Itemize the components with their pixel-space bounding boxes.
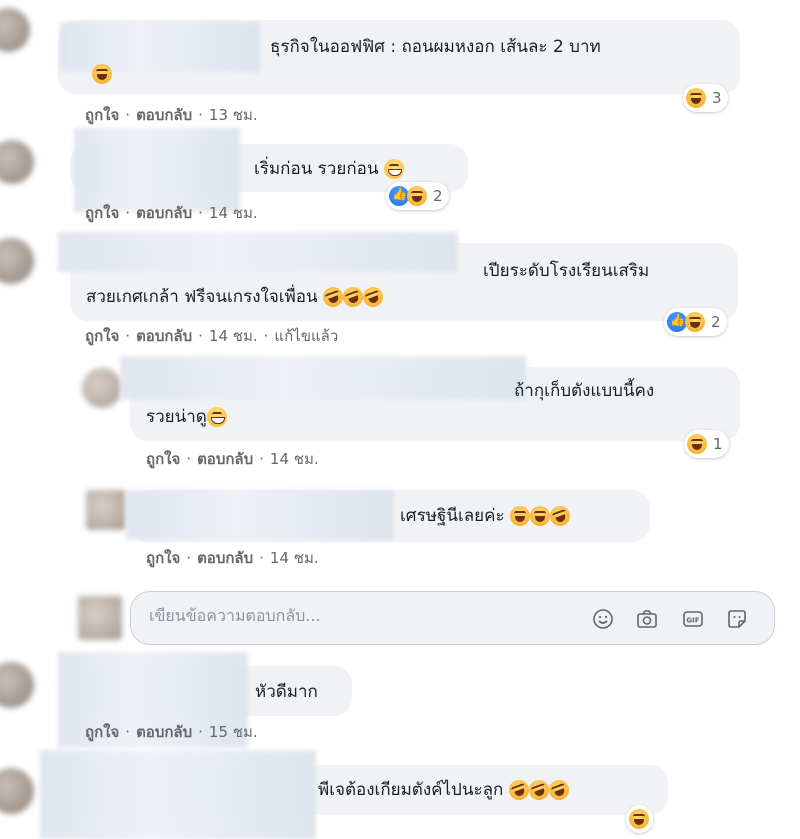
reply-link[interactable]: ตอบกลับ [136,204,192,222]
comment-text-line2: รวยน่าดู [146,404,227,430]
comment-text: เศรษฐินีเลยค่ะ [400,503,573,529]
timestamp[interactable]: 14 ชม. [209,327,258,345]
timestamp[interactable]: 15 ชม. [209,723,258,741]
haha-emoji [510,506,531,526]
like-link[interactable]: ถูกใจ [85,106,119,124]
smiley-icon[interactable] [591,607,615,631]
avatar[interactable] [0,140,34,184]
rofl-emoji [505,777,532,803]
reply-link[interactable]: ตอบกลับ [136,327,192,345]
comment-text: หัวดีมาก [255,682,318,702]
rofl-emoji [525,777,552,803]
reaction-summary[interactable]: 2 [386,182,449,210]
comment-text: ธุรกิจในออฟฟิศ : ถอนผมหงอก เส้นละ 2 บาท [270,37,601,57]
like-icon [389,186,409,206]
haha-icon [407,186,427,206]
timestamp[interactable]: 13 ชม. [209,106,258,124]
reply-link[interactable]: ตอบกลับ [136,723,192,741]
comment-actions: ถูกใจ · ตอบกลับ · 13 ชม. [85,106,258,124]
commenter-name-blurred[interactable] [60,22,260,72]
avatar[interactable] [86,490,126,530]
rofl-emoji [360,284,386,310]
haha-emoji [530,506,551,526]
camera-icon[interactable] [635,607,659,631]
avatar[interactable] [0,662,34,708]
edited-label[interactable]: แก้ไขแล้ว [274,327,338,345]
reply-composer[interactable]: GIF [130,591,775,645]
reaction-count: 2 [711,313,721,331]
timestamp[interactable]: 14 ชม. [270,549,319,567]
reaction-count: 2 [433,187,443,205]
like-link[interactable]: ถูกใจ [146,450,180,468]
commenter-name-blurred[interactable] [58,232,458,272]
reaction-count: 1 [713,435,723,453]
like-link[interactable]: ถูกใจ [146,549,180,567]
comment-text: พีเจต้องเกียมตังค์ไปนะลูก [318,777,572,803]
current-user-avatar [78,596,122,640]
avatar[interactable] [0,238,34,284]
commenter-name-blurred[interactable] [126,490,394,540]
comment-text-line2: สวยเกศเกล้า ฟรีจนเกรงใจเพื่อน [86,284,386,310]
comment-text-line1: ถ้ากุเก็บตังแบบนี้คง [514,381,655,401]
commenter-name-blurred[interactable] [120,356,526,400]
grin-emoji [383,159,404,179]
grin-emoji [206,407,227,427]
reaction-count: 3 [712,89,722,107]
comment-actions: ถูกใจ · ตอบกลับ · 14 ชม. [146,549,319,567]
haha-icon [629,809,649,829]
reaction-summary[interactable]: 3 [683,84,728,112]
reply-link[interactable]: ตอบกลับ [197,450,253,468]
reaction-summary[interactable] [626,805,653,833]
commenter-name-blurred[interactable] [40,750,316,839]
reply-link[interactable]: ตอบกลับ [136,106,192,124]
comment-actions: ถูกใจ · ตอบกลับ · 15 ชม. [85,723,258,741]
comment-text: เริ่มก่อน รวยก่อน [254,156,404,182]
reply-link[interactable]: ตอบกลับ [197,549,253,567]
gif-icon[interactable]: GIF [681,607,705,631]
rofl-emoji [547,503,573,529]
comment-actions: ถูกใจ · ตอบกลับ · 14 ชม. · แก้ไขแล้ว [85,327,339,345]
commenter-name-blurred[interactable] [74,128,240,212]
comment-actions: ถูกใจ · ตอบกลับ · 14 ชม. [85,204,258,222]
avatar[interactable] [0,768,34,814]
timestamp[interactable]: 14 ชม. [209,204,258,222]
like-link[interactable]: ถูกใจ [85,723,119,741]
like-link[interactable]: ถูกใจ [85,327,119,345]
comment-actions: ถูกใจ · ตอบกลับ · 14 ชม. [146,450,319,468]
like-icon [667,312,687,332]
haha-icon [685,312,705,332]
reply-input[interactable] [149,606,569,625]
comment-text-line1: เปียระดับโรงเรียนเสริม [483,261,650,281]
haha-icon [687,434,707,454]
haha-icon [686,88,706,108]
svg-text:GIF: GIF [686,617,699,625]
sticker-icon[interactable] [725,607,749,631]
rofl-emoji [545,777,572,803]
reaction-summary[interactable]: 1 [684,430,729,458]
avatar[interactable] [0,8,30,52]
reaction-summary[interactable]: 2 [664,308,727,336]
avatar[interactable] [82,368,122,408]
like-link[interactable]: ถูกใจ [85,204,119,222]
haha-emoji [92,64,112,84]
timestamp[interactable]: 14 ชม. [270,450,319,468]
